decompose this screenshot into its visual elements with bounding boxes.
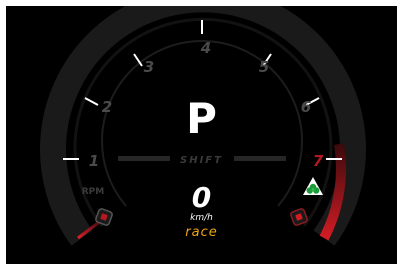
gear-indicator: P	[186, 94, 217, 143]
rpm-label-3: 3	[144, 58, 154, 76]
drive-mode-label: race	[185, 225, 218, 240]
rpm-label-4: 4	[200, 39, 211, 57]
shift-label: SHIFT	[180, 155, 223, 166]
speed-readout: 0	[191, 181, 212, 214]
rpm-label-5: 5	[259, 58, 269, 76]
instrument-cluster: 1 2 3 4 5 6 7 RPM P SHIFT 0 km/h race	[6, 6, 397, 264]
speed-unit: km/h	[190, 213, 213, 223]
